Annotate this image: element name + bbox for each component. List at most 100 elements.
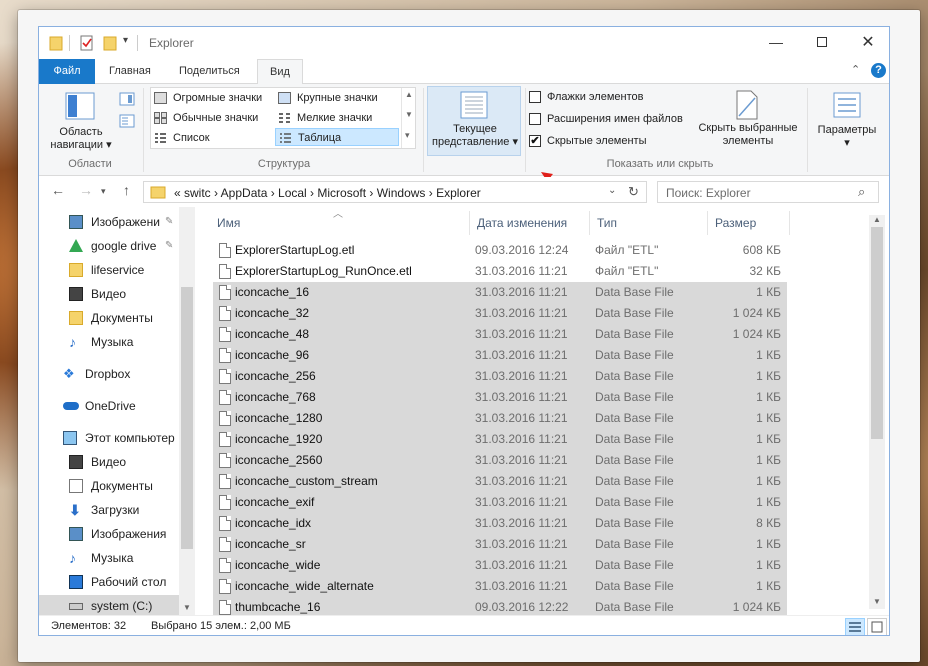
nav-item-onedrive[interactable]: OneDrive — [39, 395, 179, 417]
table-row[interactable]: iconcache_16 31.03.2016 11:21 Data Base Fi… — [213, 282, 787, 303]
layout-details[interactable]: Таблица — [275, 128, 399, 146]
table-row[interactable]: ExplorerStartupLog_RunOnce.etl 31.03.2016… — [213, 261, 787, 282]
scroll-up-icon[interactable]: ▲ — [405, 90, 413, 99]
options-button[interactable]: Параметры ▾ — [811, 124, 883, 150]
details-pane-icon[interactable] — [119, 114, 135, 128]
qa-dropdown-icon[interactable]: ▾ — [123, 35, 128, 46]
scrollbar-thumb[interactable] — [181, 287, 193, 549]
nav-item-this-pc[interactable]: Этот компьютер — [39, 427, 179, 449]
table-row[interactable]: iconcache_wide 31.03.2016 11:21 Data Base … — [213, 555, 787, 576]
layout-list[interactable]: Список — [151, 129, 275, 147]
scrollbar-thumb[interactable] — [871, 227, 883, 439]
up-button[interactable]: ↑ — [123, 182, 130, 198]
navigation-pane-icon[interactable] — [65, 92, 95, 120]
nav-pane-scrollbar[interactable]: ▼ — [179, 207, 195, 617]
nav-item-desktop[interactable]: Рабочий стол — [39, 571, 179, 593]
nav-item-pc-pictures[interactable]: Изображения — [39, 523, 179, 545]
tab-file[interactable]: Файл — [39, 59, 95, 84]
table-row[interactable]: iconcache_32 31.03.2016 11:21 Data Base Fi… — [213, 303, 787, 324]
nav-item-google-drive[interactable]: google drive ✎ — [39, 235, 179, 257]
back-button[interactable]: ← — [51, 182, 65, 198]
nav-item-video[interactable]: Видео — [39, 283, 179, 305]
tab-home[interactable]: Главная — [97, 59, 163, 84]
address-bar[interactable]: « switc › AppData › Local › Microsoft › … — [143, 181, 647, 203]
large-icons-view-button[interactable] — [867, 618, 887, 635]
column-divider[interactable] — [707, 211, 708, 235]
search-box[interactable]: Поиск: Explorer ⌕ — [657, 181, 879, 203]
column-header-size[interactable]: Размер — [715, 213, 756, 233]
table-row[interactable]: iconcache_1920 31.03.2016 11:21 Data Base … — [213, 429, 787, 450]
collapse-ribbon-icon[interactable]: ⌃ — [851, 63, 860, 76]
scroll-up-icon[interactable]: ▲ — [873, 215, 881, 224]
table-row[interactable]: iconcache_sr 31.03.2016 11:21 Data Base Fi… — [213, 534, 787, 555]
table-row[interactable]: iconcache_768 31.03.2016 11:21 Data Base F… — [213, 387, 787, 408]
table-row[interactable]: iconcache_wide_alternate 31.03.2016 11:21… — [213, 576, 787, 597]
table-row[interactable]: iconcache_idx 31.03.2016 11:21 Data Base F… — [213, 513, 787, 534]
column-header-type[interactable]: Тип — [597, 213, 617, 233]
item-checkboxes-toggle[interactable]: Флажки элементов — [529, 90, 643, 104]
hidden-items-toggle[interactable]: ✔ Скрытые элементы — [529, 134, 647, 148]
scroll-down-icon[interactable]: ▼ — [405, 110, 413, 119]
nav-item-dropbox[interactable]: ❖ Dropbox — [39, 363, 179, 385]
scroll-down-icon[interactable]: ▼ — [873, 597, 881, 606]
table-row[interactable]: iconcache_96 31.03.2016 11:21 Data Base Fi… — [213, 345, 787, 366]
pin-icon[interactable]: ✎ — [165, 211, 173, 233]
recent-locations-icon[interactable]: ▾ — [101, 186, 106, 197]
table-row[interactable]: iconcache_48 31.03.2016 11:21 Data Base Fi… — [213, 324, 787, 345]
layout-extra-large-icons[interactable]: Огромные значки — [151, 89, 275, 107]
file-extensions-toggle[interactable]: Расширения имен файлов — [529, 112, 683, 126]
new-folder-icon[interactable] — [103, 34, 117, 52]
tab-view[interactable]: Вид — [257, 59, 303, 85]
nav-item-documents[interactable]: Документы — [39, 307, 179, 329]
column-divider[interactable] — [589, 211, 590, 235]
table-row[interactable]: iconcache_256 31.03.2016 11:21 Data Base F… — [213, 366, 787, 387]
table-row[interactable]: iconcache_custom_stream 31.03.2016 11:21 D… — [213, 471, 787, 492]
forward-button[interactable]: → — [79, 182, 93, 198]
hide-selected-icon[interactable] — [735, 90, 759, 120]
layout-gallery-scroll[interactable]: ▲ ▼ ▾ — [401, 88, 416, 148]
details-view-button[interactable] — [845, 618, 865, 635]
table-row[interactable]: iconcache_exif 31.03.2016 11:21 Data Base … — [213, 492, 787, 513]
search-input[interactable]: Поиск: Explorer — [666, 186, 751, 200]
nav-item-pictures-pinned[interactable]: Изображени ✎ — [39, 211, 179, 233]
options-icon[interactable] — [833, 92, 861, 118]
help-icon[interactable]: ? — [871, 63, 886, 78]
address-dropdown-icon[interactable]: ⌄ — [608, 185, 616, 196]
file-list-scrollbar[interactable]: ▲ ▼ — [869, 215, 885, 609]
column-divider[interactable] — [469, 211, 470, 235]
column-divider[interactable] — [789, 211, 790, 235]
breadcrumb[interactable]: « switc › AppData › Local › Microsoft › … — [174, 186, 481, 200]
gallery-more-icon[interactable]: ▾ — [405, 130, 410, 141]
hidden-items-checkbox[interactable]: ✔ — [529, 135, 541, 147]
scroll-down-icon[interactable]: ▼ — [183, 603, 191, 612]
layout-medium-icons[interactable]: Обычные значки — [151, 109, 275, 127]
preview-pane-icon[interactable] — [119, 92, 135, 106]
current-view-button[interactable]: Текущее представление ▾ — [427, 86, 521, 156]
maximize-button[interactable] — [799, 27, 845, 57]
nav-item-pc-documents[interactable]: Документы — [39, 475, 179, 497]
nav-item-lifeservice[interactable]: lifeservice — [39, 259, 179, 281]
close-button[interactable]: ✕ — [845, 27, 889, 57]
search-icon[interactable]: ⌕ — [858, 184, 865, 200]
nav-item-downloads[interactable]: ⬇ Загрузки — [39, 499, 179, 521]
layout-small-icons[interactable]: Мелкие значки — [275, 109, 399, 127]
nav-item-pc-music[interactable]: ♪ Музыка — [39, 547, 179, 569]
nav-item-system-drive[interactable]: system (C:) — [39, 595, 179, 617]
hide-selected-button[interactable]: Скрыть выбранные элементы — [693, 122, 803, 148]
table-row[interactable]: ExplorerStartupLog.etl 09.03.2016 12:24 Фа… — [213, 240, 787, 261]
tab-share[interactable]: Поделиться — [167, 59, 252, 84]
table-row[interactable]: iconcache_2560 31.03.2016 11:21 Data Base … — [213, 450, 787, 471]
pin-icon[interactable]: ✎ — [165, 235, 173, 257]
column-header-name[interactable]: Имя — [217, 213, 240, 233]
nav-item-pc-video[interactable]: Видео — [39, 451, 179, 473]
properties-icon[interactable] — [79, 34, 95, 52]
item-checkboxes-checkbox[interactable] — [529, 91, 541, 103]
minimize-button[interactable]: — — [753, 27, 799, 57]
file-extensions-checkbox[interactable] — [529, 113, 541, 125]
column-header-date[interactable]: Дата изменения — [477, 213, 567, 233]
table-row[interactable]: iconcache_1280 31.03.2016 11:21 Data Base … — [213, 408, 787, 429]
table-row[interactable]: thumbcache_16 09.03.2016 12:22 Data Base F… — [213, 597, 787, 617]
navigation-pane-button[interactable]: Область навигации ▾ — [49, 126, 113, 152]
layout-large-icons[interactable]: Крупные значки — [275, 89, 399, 107]
nav-item-music[interactable]: ♪ Музыка — [39, 331, 179, 353]
